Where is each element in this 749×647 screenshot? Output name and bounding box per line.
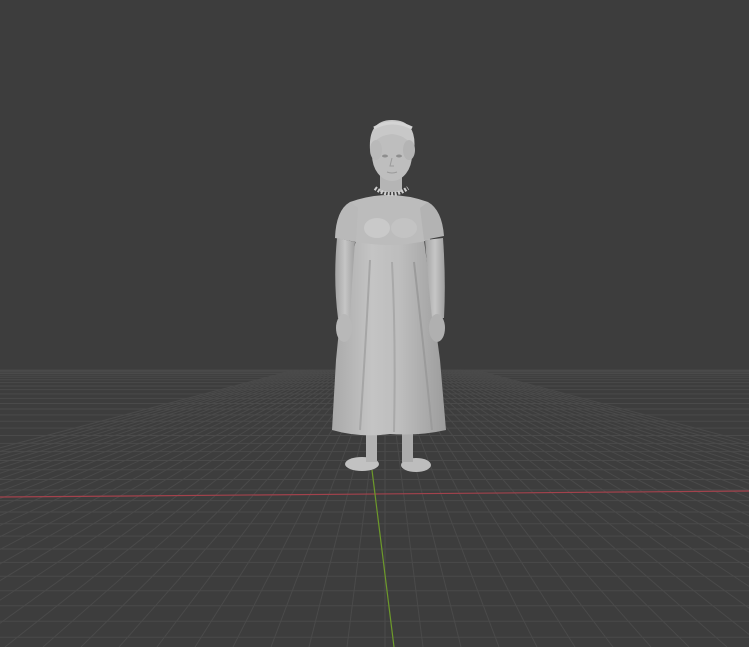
left-eye [382,154,388,158]
viewport-canvas[interactable] [0,0,749,647]
3d-viewport[interactable] [0,0,749,647]
left-hand [336,314,352,342]
dress-bodice [348,195,430,245]
right-eye [396,154,402,158]
right-hand [429,314,445,342]
